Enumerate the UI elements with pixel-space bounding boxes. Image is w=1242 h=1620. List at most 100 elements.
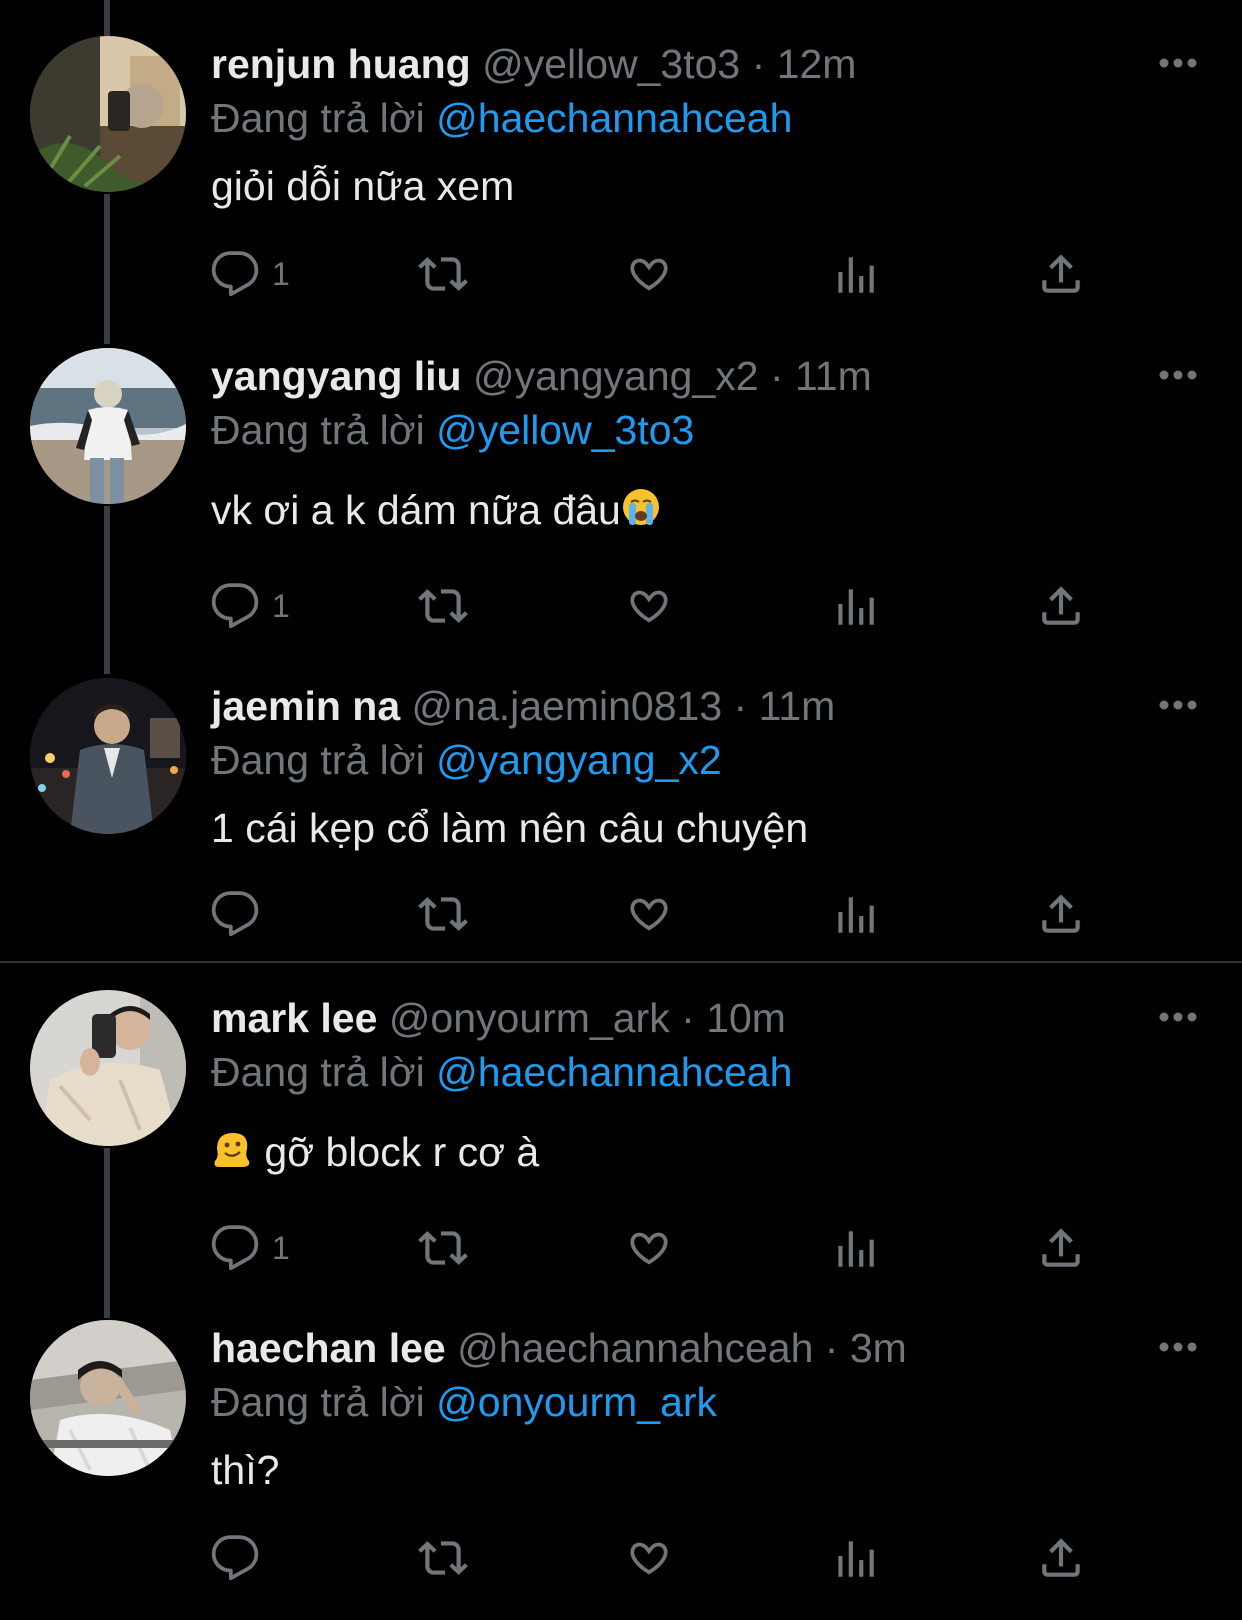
tweet-text: vk ơi a k dám nữa đâu bbox=[211, 487, 621, 533]
replying-to-label: Đang trả lời bbox=[211, 95, 425, 141]
avatar[interactable] bbox=[30, 36, 186, 192]
tweet[interactable]: mark lee @onyourm_ark · 10m Đang trả lời… bbox=[0, 990, 1242, 1290]
reply-button[interactable] bbox=[210, 1528, 272, 1588]
share-button[interactable] bbox=[1036, 884, 1086, 944]
user-handle[interactable]: @onyourm_ark bbox=[389, 995, 670, 1041]
more-icon[interactable] bbox=[1158, 367, 1198, 383]
mention-link[interactable]: @yellow_3to3 bbox=[436, 407, 694, 453]
tweet-text: gỡ block r cơ à bbox=[264, 1129, 540, 1175]
views-icon bbox=[830, 1533, 880, 1583]
display-name[interactable]: renjun huang bbox=[211, 41, 471, 87]
like-button[interactable] bbox=[624, 576, 674, 636]
more-icon[interactable] bbox=[1158, 55, 1198, 71]
share-button[interactable] bbox=[1036, 576, 1086, 636]
loudly-crying-face-emoji bbox=[621, 485, 661, 541]
user-handle[interactable]: @yangyang_x2 bbox=[473, 353, 759, 399]
display-name[interactable]: haechan lee bbox=[211, 1325, 446, 1371]
views-icon bbox=[830, 581, 880, 631]
reply-button[interactable]: 1 bbox=[210, 576, 290, 636]
reply-count: 1 bbox=[272, 587, 290, 624]
avatar[interactable] bbox=[30, 990, 186, 1146]
replying-to-label: Đang trả lời bbox=[211, 737, 425, 783]
reply-icon bbox=[210, 1223, 260, 1273]
display-name[interactable]: yangyang liu bbox=[211, 353, 462, 399]
reply-button[interactable] bbox=[210, 884, 272, 944]
reply-icon bbox=[210, 889, 260, 939]
timestamp[interactable]: 11m bbox=[759, 683, 836, 729]
retweet-button[interactable] bbox=[416, 884, 470, 944]
replying-to-label: Đang trả lời bbox=[211, 407, 425, 453]
retweet-icon bbox=[416, 249, 470, 299]
thread-line bbox=[104, 0, 110, 36]
reply-count: 1 bbox=[272, 1229, 290, 1266]
like-icon bbox=[624, 249, 674, 299]
share-icon bbox=[1036, 1223, 1086, 1273]
action-bar: 1 bbox=[0, 1218, 1242, 1278]
views-button[interactable] bbox=[830, 1218, 880, 1278]
like-icon bbox=[624, 1533, 674, 1583]
views-button[interactable] bbox=[830, 576, 880, 636]
display-name[interactable]: mark lee bbox=[211, 995, 377, 1041]
reply-icon bbox=[210, 1533, 260, 1583]
like-icon bbox=[624, 581, 674, 631]
user-handle[interactable]: @haechannahceah bbox=[457, 1325, 813, 1371]
avatar[interactable] bbox=[30, 678, 186, 834]
like-button[interactable] bbox=[624, 244, 674, 304]
views-button[interactable] bbox=[830, 1528, 880, 1588]
reply-count: 1 bbox=[272, 255, 290, 292]
tweet[interactable]: yangyang liu @yangyang_x2 · 11m Đang trả… bbox=[0, 348, 1242, 648]
more-icon[interactable] bbox=[1158, 1009, 1198, 1025]
timestamp[interactable]: 3m bbox=[850, 1325, 907, 1371]
retweet-button[interactable] bbox=[416, 1218, 470, 1278]
separator: · bbox=[751, 41, 766, 87]
mention-link[interactable]: @onyourm_ark bbox=[436, 1379, 717, 1425]
tweet[interactable]: renjun huang @yellow_3to3 · 12m Đang trả… bbox=[0, 36, 1242, 336]
views-button[interactable] bbox=[830, 244, 880, 304]
separator: · bbox=[681, 995, 695, 1041]
tweet-text: 1 cái kẹp cổ làm nên câu chuyện bbox=[211, 805, 809, 851]
mention-link[interactable]: @haechannahceah bbox=[436, 1049, 792, 1095]
separator: · bbox=[769, 353, 784, 399]
like-button[interactable] bbox=[624, 1528, 674, 1588]
share-button[interactable] bbox=[1036, 1528, 1086, 1588]
tweet-header: renjun huang @yellow_3to3 · 12m bbox=[211, 36, 856, 92]
more-icon[interactable] bbox=[1158, 1339, 1198, 1355]
replying-to: Đang trả lời @onyourm_ark bbox=[211, 1374, 717, 1430]
like-button[interactable] bbox=[624, 884, 674, 944]
share-button[interactable] bbox=[1036, 1218, 1086, 1278]
avatar[interactable] bbox=[30, 348, 186, 504]
separator: · bbox=[824, 1325, 839, 1371]
views-button[interactable] bbox=[830, 884, 880, 944]
timestamp[interactable]: 11m bbox=[795, 353, 872, 399]
replying-to: Đang trả lời @yangyang_x2 bbox=[211, 732, 722, 788]
timestamp[interactable]: 12m bbox=[777, 41, 857, 87]
retweet-button[interactable] bbox=[416, 1528, 470, 1588]
tweet-text: giỏi dỗi nữa xem bbox=[211, 163, 515, 209]
share-icon bbox=[1036, 889, 1086, 939]
user-handle[interactable]: @yellow_3to3 bbox=[482, 41, 740, 87]
timestamp[interactable]: 10m bbox=[706, 995, 786, 1041]
reply-button[interactable]: 1 bbox=[210, 1218, 290, 1278]
replying-to: Đang trả lời @haechannahceah bbox=[211, 90, 792, 146]
reply-icon bbox=[210, 249, 260, 299]
action-bar bbox=[0, 1528, 1242, 1588]
user-handle[interactable]: @na.jaemin0813 bbox=[412, 683, 723, 729]
like-button[interactable] bbox=[624, 1218, 674, 1278]
reply-button[interactable]: 1 bbox=[210, 244, 290, 304]
mention-link[interactable]: @haechannahceah bbox=[436, 95, 792, 141]
retweet-button[interactable] bbox=[416, 576, 470, 636]
share-button[interactable] bbox=[1036, 244, 1086, 304]
tweet[interactable]: jaemin na @na.jaemin0813 · 11m Đang trả … bbox=[0, 678, 1242, 978]
avatar[interactable] bbox=[30, 1320, 186, 1476]
share-icon bbox=[1036, 1533, 1086, 1583]
replying-to-label: Đang trả lời bbox=[211, 1379, 425, 1425]
mention-link[interactable]: @yangyang_x2 bbox=[436, 737, 722, 783]
retweet-icon bbox=[416, 581, 470, 631]
share-icon bbox=[1036, 249, 1086, 299]
display-name[interactable]: jaemin na bbox=[211, 683, 400, 729]
retweet-button[interactable] bbox=[416, 244, 470, 304]
retweet-icon bbox=[416, 889, 470, 939]
more-icon[interactable] bbox=[1158, 697, 1198, 713]
tweet[interactable]: haechan lee @haechannahceah · 3m Đang tr… bbox=[0, 1320, 1242, 1620]
melting-face-emoji bbox=[211, 1127, 253, 1183]
